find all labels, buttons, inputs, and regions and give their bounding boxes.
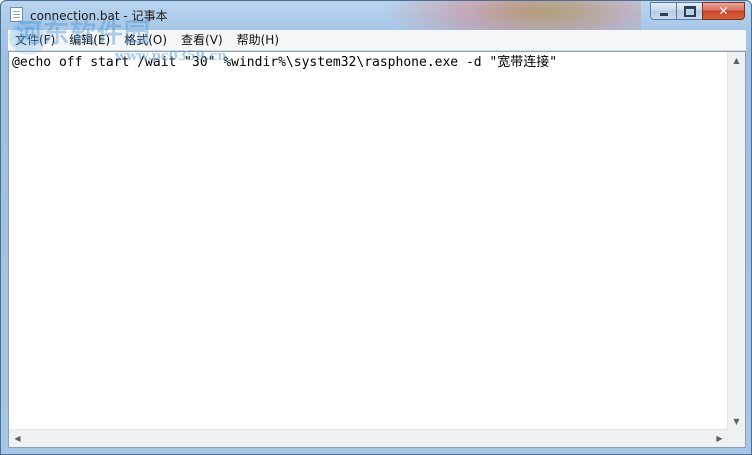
scroll-left-arrow-icon[interactable]: ◀ [9,430,26,447]
menu-help[interactable]: 帮助(H) [230,30,286,50]
size-grip[interactable] [728,430,745,447]
vertical-scrollbar[interactable]: ▲ ▼ [727,52,745,430]
maximize-button[interactable] [676,2,702,20]
close-button[interactable]: ✕ [702,2,745,20]
close-icon: ✕ [718,4,729,18]
watermark-text: 河东软件园 [16,19,152,49]
watermark-url: www.pc0359.cn [115,49,227,64]
scroll-down-arrow-icon[interactable]: ▼ [728,413,745,430]
scroll-right-arrow-icon[interactable]: ▶ [711,430,728,447]
caption-buttons: ✕ [650,2,745,21]
text-editor[interactable]: @echo off start /wait "30" %windir%\syst… [8,51,746,448]
maximize-icon [683,5,696,17]
horizontal-scrollbar[interactable]: ◀ ▶ [9,429,728,447]
notepad-window: connection.bat - 记事本 ✕ 文件(F) 编辑(E) 格式(O)… [0,0,752,455]
minimize-button[interactable] [650,2,676,20]
menu-view[interactable]: 查看(V) [174,30,230,50]
scroll-up-arrow-icon[interactable]: ▲ [728,52,745,69]
minimize-icon [659,12,668,16]
